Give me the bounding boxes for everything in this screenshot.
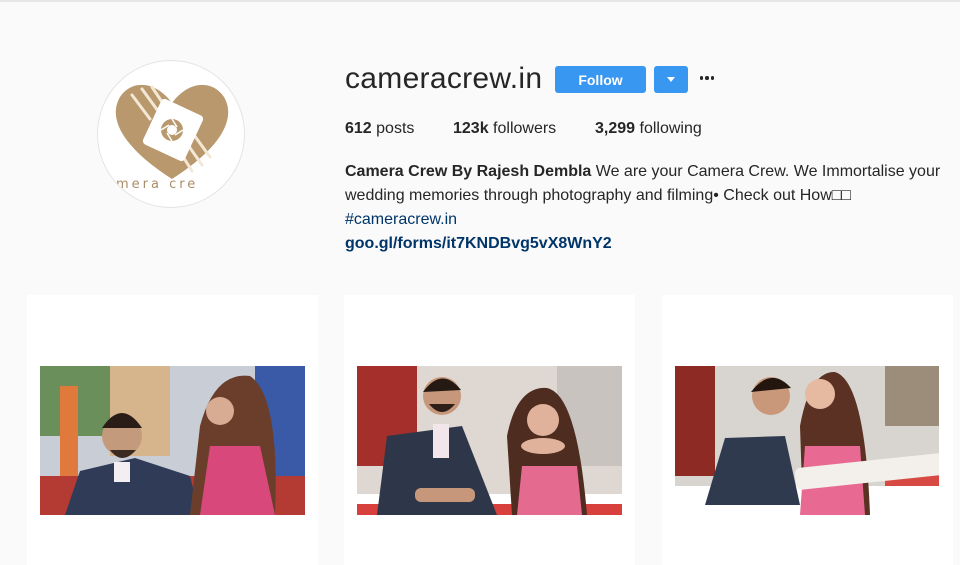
profile-page: mera cre cameracrew.in Follow 612 posts … (0, 0, 960, 565)
more-options-button[interactable] (697, 68, 717, 88)
caret-down-icon (667, 77, 675, 82)
follow-button[interactable]: Follow (555, 66, 646, 93)
profile-username: cameracrew.in (345, 62, 543, 95)
post-photo (357, 366, 622, 515)
ellipsis-icon (699, 76, 715, 80)
post-photo (675, 366, 939, 515)
posts-count: 612 posts (345, 120, 415, 137)
follow-dropdown-button[interactable] (654, 66, 688, 93)
post-tile[interactable] (27, 295, 318, 565)
post-photo (40, 366, 305, 515)
post-tile[interactable] (662, 295, 953, 565)
followers-link[interactable]: 123k followers (453, 120, 556, 138)
profile-full-name: Camera Crew By Rajesh Dembla (345, 163, 592, 180)
top-divider (0, 0, 960, 2)
bio-external-link[interactable]: goo.gl/forms/it7KNDBvg5vX8WnY2 (345, 232, 945, 256)
post-tile[interactable] (344, 295, 635, 565)
profile-avatar[interactable]: mera cre (97, 60, 245, 208)
profile-bio: Camera Crew By Rajesh Dembla We are your… (345, 160, 945, 256)
following-link[interactable]: 3,299 following (595, 120, 702, 138)
bio-hashtag-link[interactable]: #cameracrew.in (345, 211, 457, 228)
avatar-wordmark: mera cre (116, 177, 199, 192)
